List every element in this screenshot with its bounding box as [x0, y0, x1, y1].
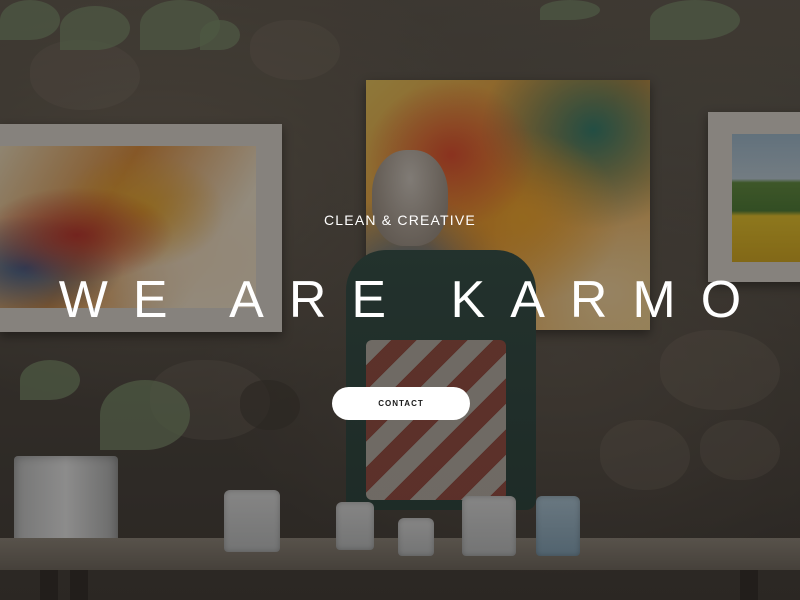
hero-headline: WE ARE KARMO [58, 271, 767, 329]
contact-button[interactable]: CONTACT [332, 387, 470, 420]
hero-content: CLEAN & CREATIVE WE ARE KARMO CONTACT [0, 0, 800, 600]
hero-section: CLEAN & CREATIVE WE ARE KARMO CONTACT [0, 0, 800, 600]
hero-tagline: CLEAN & CREATIVE [324, 212, 476, 228]
